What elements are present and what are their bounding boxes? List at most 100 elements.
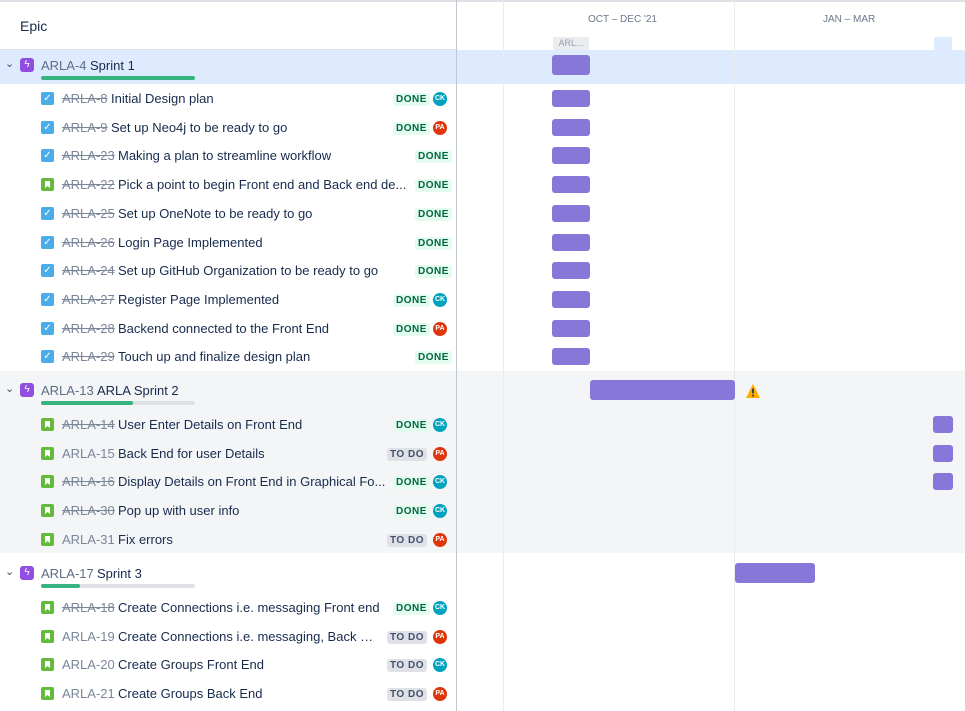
issue-key[interactable]: ARLA-31 [62,532,115,547]
assignee-avatar[interactable]: PA [433,630,447,644]
issue-title[interactable]: Initial Design plan [111,91,214,106]
epic-key[interactable]: ARLA-13 [41,383,94,398]
status-lozenge[interactable]: DONE [393,93,430,106]
assignee-avatar[interactable]: PA [433,121,447,135]
chevron-down-icon[interactable]: ⌄ [5,59,15,70]
issue-row[interactable]: ARLA-16 Display Details on Front End in G… [0,468,456,496]
issue-row[interactable]: ARLA-30 Pop up with user info DONE CK [0,497,456,525]
issue-timeline-bar[interactable] [552,90,590,107]
issue-timeline-bar[interactable] [552,262,590,279]
issue-row[interactable]: ARLA-20 Create Groups Front End TO DO CK [0,651,456,679]
issue-title[interactable]: Create Groups Front End [118,657,264,672]
issue-timeline-bar[interactable] [552,291,590,308]
issue-row[interactable]: ✓ ARLA-26 Login Page Implemented DONE [0,229,456,257]
epic-row[interactable]: ⌄ ϟ ARLA-13 ARLA Sprint 2 [0,375,456,408]
issue-key[interactable]: ARLA-28 [62,321,115,336]
issue-key[interactable]: ARLA-16 [62,474,115,489]
issue-row[interactable]: ARLA-18 Create Connections i.e. messaging… [0,594,456,622]
issue-key[interactable]: ARLA-22 [62,177,115,192]
issue-row[interactable]: ARLA-19 Create Connections i.e. messaging… [0,623,456,651]
issue-row[interactable]: ARLA-21 Create Groups Back End TO DO PA [0,680,456,708]
issue-row[interactable]: ARLA-14 User Enter Details on Front End DO… [0,411,456,439]
issue-key[interactable]: ARLA-15 [62,446,115,461]
assignee-avatar[interactable]: CK [433,475,447,489]
status-lozenge[interactable]: TO DO [387,448,427,461]
chevron-down-icon[interactable]: ⌄ [5,567,15,578]
issue-key[interactable]: ARLA-29 [62,349,115,364]
issue-timeline-bar[interactable] [552,205,590,222]
epic-timeline-bar[interactable] [552,55,590,75]
status-lozenge[interactable]: DONE [393,419,430,432]
epic-timeline-bar[interactable] [590,380,735,400]
issue-row[interactable]: ✓ ARLA-23 Making a plan to streamline work… [0,142,456,170]
issue-key[interactable]: ARLA-24 [62,263,115,278]
issue-timeline-bar[interactable] [933,445,953,462]
epic-key[interactable]: ARLA-4 [41,58,87,73]
assignee-avatar[interactable]: CK [433,418,447,432]
issue-title[interactable]: Create Connections i.e. messaging Front … [118,600,380,615]
issue-key[interactable]: ARLA-26 [62,235,115,250]
issue-key[interactable]: ARLA-14 [62,417,115,432]
issue-timeline-bar[interactable] [552,147,590,164]
issue-row[interactable]: ARLA-15 Back End for user Details TO DO PA [0,440,456,468]
issue-row[interactable]: ✓ ARLA-8 Initial Design plan DONE CK [0,85,456,113]
issue-title[interactable]: Create Connections i.e. messaging, Back … [118,629,381,644]
issue-title[interactable]: Back End for user Details [118,446,265,461]
issue-row[interactable]: ARLA-31 Fix errors TO DO PA [0,526,456,554]
epic-key[interactable]: ARLA-17 [41,566,94,581]
issue-title[interactable]: Create Groups Back End [118,686,263,701]
assignee-avatar[interactable]: PA [433,447,447,461]
issue-key[interactable]: ARLA-18 [62,600,115,615]
issue-title[interactable]: User Enter Details on Front End [118,417,302,432]
assignee-avatar[interactable]: CK [433,601,447,615]
status-lozenge[interactable]: TO DO [387,534,427,547]
issue-timeline-bar[interactable] [552,320,590,337]
issue-timeline-bar[interactable] [552,119,590,136]
status-lozenge[interactable]: DONE [393,122,430,135]
status-lozenge[interactable]: DONE [415,265,452,278]
status-lozenge[interactable]: TO DO [387,688,427,701]
issue-timeline-bar[interactable] [552,176,590,193]
issue-key[interactable]: ARLA-19 [62,629,115,644]
issue-title[interactable]: Register Page Implemented [118,292,279,307]
issue-title[interactable]: Pick a point to begin Front end and Back… [118,177,406,192]
issue-key[interactable]: ARLA-25 [62,206,115,221]
issue-key[interactable]: ARLA-21 [62,686,115,701]
status-lozenge[interactable]: TO DO [387,631,427,644]
timeline-collapsed-tag[interactable]: ARL... [553,37,589,50]
assignee-avatar[interactable]: CK [433,92,447,106]
issue-row[interactable]: ✓ ARLA-25 Set up OneNote to be ready to go… [0,200,456,228]
assignee-avatar[interactable]: CK [433,293,447,307]
status-lozenge[interactable]: DONE [393,505,430,518]
issue-key[interactable]: ARLA-9 [62,120,108,135]
issue-title[interactable]: Pop up with user info [118,503,239,518]
issue-title[interactable]: Fix errors [118,532,173,547]
issue-title[interactable]: Set up GitHub Organization to be ready t… [118,263,378,278]
chevron-down-icon[interactable]: ⌄ [5,384,15,395]
issue-timeline-bar[interactable] [933,416,953,433]
issue-row[interactable]: ARLA-22 Pick a point to begin Front end a… [0,171,456,199]
issue-timeline-bar[interactable] [933,473,953,490]
issue-key[interactable]: ARLA-20 [62,657,115,672]
assignee-avatar[interactable]: PA [433,322,447,336]
status-lozenge[interactable]: DONE [415,208,452,221]
issue-timeline-bar[interactable] [552,348,590,365]
status-lozenge[interactable]: DONE [393,602,430,615]
issue-title[interactable]: Set up Neo4j to be ready to go [111,120,287,135]
assignee-avatar[interactable]: PA [433,687,447,701]
warning-icon[interactable] [745,383,761,399]
status-lozenge[interactable]: DONE [415,237,452,250]
issue-title[interactable]: Login Page Implemented [118,235,263,250]
issue-key[interactable]: ARLA-8 [62,91,108,106]
status-lozenge[interactable]: TO DO [387,659,427,672]
epic-timeline-bar[interactable] [735,563,815,583]
assignee-avatar[interactable]: PA [433,533,447,547]
status-lozenge[interactable]: DONE [393,476,430,489]
issue-title[interactable]: Set up OneNote to be ready to go [118,206,312,221]
issue-title[interactable]: Display Details on Front End in Graphica… [118,474,385,489]
issue-row[interactable]: ✓ ARLA-29 Touch up and finalize design pla… [0,343,456,371]
assignee-avatar[interactable]: CK [433,658,447,672]
epic-row[interactable]: ⌄ ϟ ARLA-17 Sprint 3 [0,558,456,591]
issue-key[interactable]: ARLA-23 [62,148,115,163]
issue-key[interactable]: ARLA-30 [62,503,115,518]
